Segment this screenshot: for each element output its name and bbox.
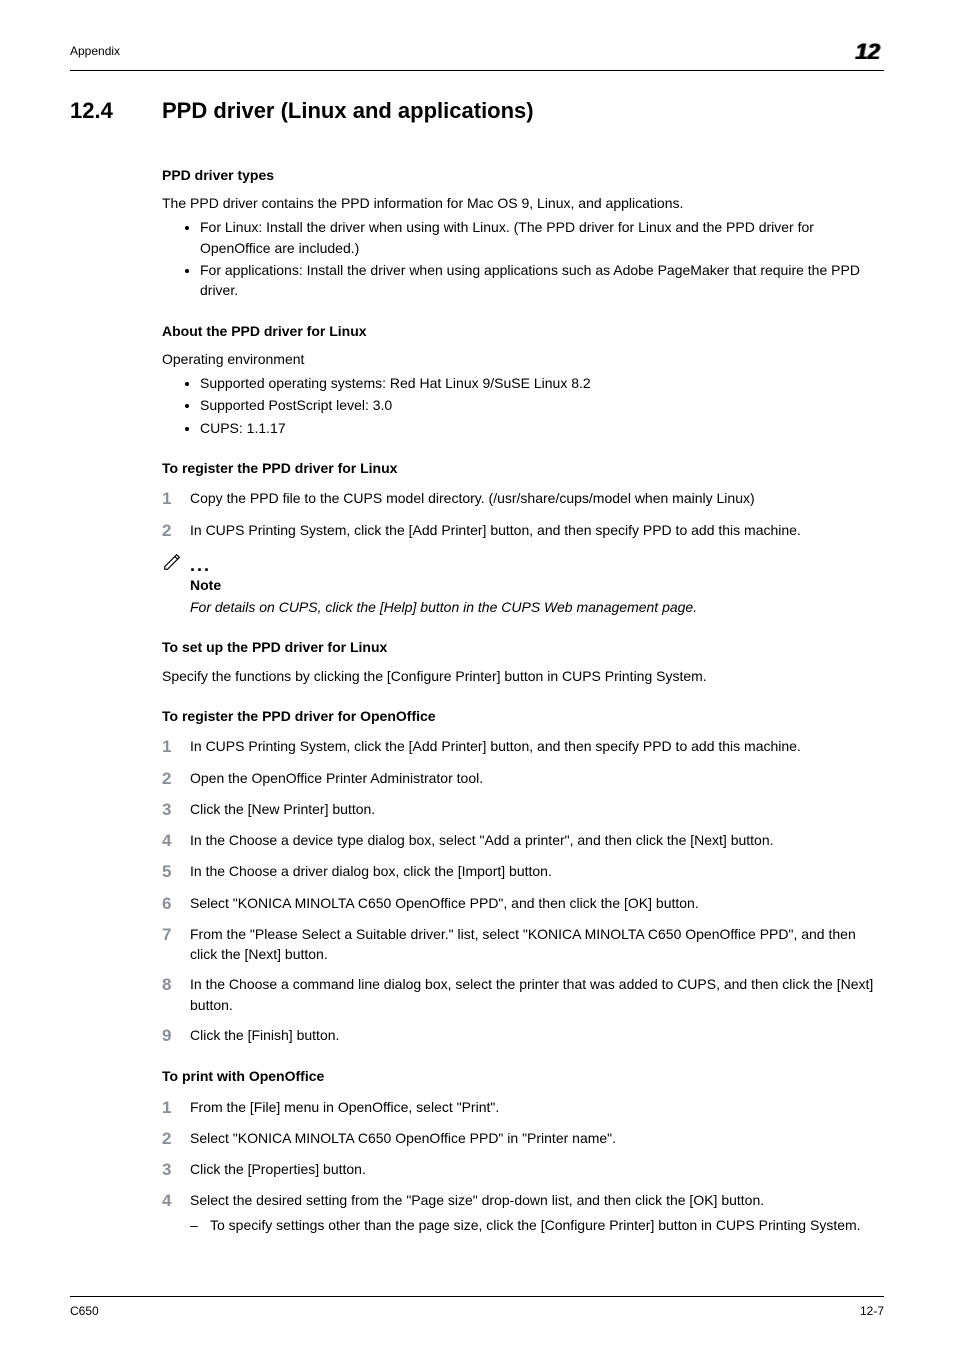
numbered-step: 2Open the OpenOffice Printer Administrat… (162, 768, 884, 789)
numbered-step: 2 In CUPS Printing System, click the [Ad… (162, 520, 884, 541)
page: Appendix 12 12.4 PPD driver (Linux and a… (0, 0, 954, 1350)
subheading-print-openoffice: To print with OpenOffice (162, 1066, 884, 1086)
page-footer: C650 12-7 (70, 1296, 884, 1320)
numbered-step: 1In CUPS Printing System, click the [Add… (162, 736, 884, 757)
footer-page-number: 12-7 (860, 1303, 884, 1320)
numbered-step: 3Click the [Properties] button. (162, 1159, 884, 1180)
subheading-about-linux: About the PPD driver for Linux (162, 321, 884, 341)
paragraph: The PPD driver contains the PPD informat… (162, 193, 884, 213)
step-text: In the Choose a driver dialog box, click… (190, 861, 884, 881)
step-text-line: Select the desired setting from the "Pag… (190, 1192, 764, 1208)
note-body: For details on CUPS, click the [Help] bu… (190, 597, 884, 617)
step-number: 4 (162, 1190, 190, 1211)
numbered-step: 5In the Choose a driver dialog box, clic… (162, 861, 884, 882)
step-text: Click the [Finish] button. (190, 1025, 884, 1045)
list-item: Supported operating systems: Red Hat Lin… (200, 373, 884, 393)
step-text: Select the desired setting from the "Pag… (190, 1190, 884, 1235)
step-number: 8 (162, 974, 190, 995)
numbered-step: 4In the Choose a device type dialog box,… (162, 830, 884, 851)
numbered-step: 1 Copy the PPD file to the CUPS model di… (162, 488, 884, 509)
list-item: For applications: Install the driver whe… (200, 260, 884, 301)
list-item: CUPS: 1.1.17 (200, 418, 884, 438)
body-column: PPD driver types The PPD driver contains… (162, 145, 884, 1245)
step-text: Select "KONICA MINOLTA C650 OpenOffice P… (190, 893, 884, 913)
subheading-ppd-types: PPD driver types (162, 165, 884, 185)
section-title: PPD driver (Linux and applications) (162, 95, 534, 127)
step-number: 6 (162, 893, 190, 914)
step-text: From the [File] menu in OpenOffice, sele… (190, 1097, 884, 1117)
bullet-list: For Linux: Install the driver when using… (162, 217, 884, 300)
step-number: 5 (162, 861, 190, 882)
step-number: 1 (162, 1097, 190, 1118)
numbered-step: 7From the "Please Select a Suitable driv… (162, 924, 884, 965)
step-number: 9 (162, 1025, 190, 1046)
numbered-step: 6Select "KONICA MINOLTA C650 OpenOffice … (162, 893, 884, 914)
step-text: In the Choose a device type dialog box, … (190, 830, 884, 850)
step-text: Copy the PPD file to the CUPS model dire… (190, 488, 884, 508)
step-text: In CUPS Printing System, click the [Add … (190, 736, 884, 756)
step-number: 1 (162, 488, 190, 509)
dash-icon: – (190, 1215, 210, 1235)
step-number: 2 (162, 768, 190, 789)
numbered-step: 4 Select the desired setting from the "P… (162, 1190, 884, 1235)
header-chapter-number: 12 (852, 36, 884, 68)
paragraph: Specify the functions by clicking the [C… (162, 666, 884, 686)
note-label: Note (190, 575, 884, 595)
step-number: 3 (162, 1159, 190, 1180)
note-pencil-icon (162, 551, 184, 573)
subheading-setup-linux: To set up the PPD driver for Linux (162, 637, 884, 657)
section-number: 12.4 (70, 95, 162, 127)
bullet-list: Supported operating systems: Red Hat Lin… (162, 373, 884, 438)
subheading-register-linux: To register the PPD driver for Linux (162, 458, 884, 478)
header-section-name: Appendix (70, 43, 120, 60)
paragraph: Operating environment (162, 349, 884, 369)
numbered-step: 1From the [File] menu in OpenOffice, sel… (162, 1097, 884, 1118)
step-text: Open the OpenOffice Printer Administrato… (190, 768, 884, 788)
list-item: For Linux: Install the driver when using… (200, 217, 884, 258)
sub-step-text: To specify settings other than the page … (210, 1215, 861, 1235)
step-number: 2 (162, 1128, 190, 1149)
step-text: From the "Please Select a Suitable drive… (190, 924, 884, 965)
step-number: 1 (162, 736, 190, 757)
list-item: Supported PostScript level: 3.0 (200, 395, 884, 415)
numbered-step: 2Select "KONICA MINOLTA C650 OpenOffice … (162, 1128, 884, 1149)
step-number: 4 (162, 830, 190, 851)
numbered-step: 3Click the [New Printer] button. (162, 799, 884, 820)
page-header: Appendix 12 (70, 36, 884, 71)
subheading-register-openoffice: To register the PPD driver for OpenOffic… (162, 706, 884, 726)
section-heading: 12.4 PPD driver (Linux and applications) (70, 95, 884, 127)
sub-step: – To specify settings other than the pag… (190, 1215, 884, 1235)
note-block: ... Note For details on CUPS, click the … (162, 551, 884, 618)
note-dots-icon: ... (190, 560, 211, 573)
step-text: Select "KONICA MINOLTA C650 OpenOffice P… (190, 1128, 884, 1148)
step-number: 3 (162, 799, 190, 820)
numbered-step: 9Click the [Finish] button. (162, 1025, 884, 1046)
note-head: ... (162, 551, 884, 573)
numbered-step: 8In the Choose a command line dialog box… (162, 974, 884, 1015)
step-text: In CUPS Printing System, click the [Add … (190, 520, 884, 540)
step-text: Click the [Properties] button. (190, 1159, 884, 1179)
step-text: Click the [New Printer] button. (190, 799, 884, 819)
step-number: 2 (162, 520, 190, 541)
step-text: In the Choose a command line dialog box,… (190, 974, 884, 1015)
step-number: 7 (162, 924, 190, 945)
footer-model: C650 (70, 1303, 99, 1320)
